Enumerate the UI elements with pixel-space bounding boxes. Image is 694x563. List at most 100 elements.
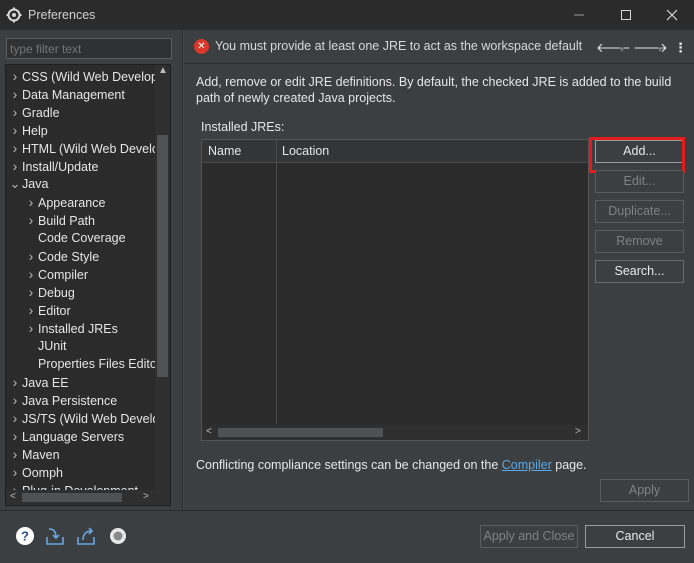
tree-item-label: Compiler xyxy=(38,268,89,282)
tree-item[interactable]: › Language Servers xyxy=(8,427,125,445)
chevron-right-icon[interactable]: › xyxy=(24,247,38,265)
preference-navigation-pane: ›CSS (Wild Web Develop›Data Management›G… xyxy=(0,30,183,510)
forward-dropdown-icon[interactable]: ▼ xyxy=(656,45,664,54)
chevron-right-icon[interactable]: › xyxy=(24,319,38,337)
tree-vertical-scroll-thumb[interactable] xyxy=(157,135,168,377)
chevron-right-icon[interactable]: › xyxy=(24,211,38,229)
chevron-right-icon[interactable]: › xyxy=(8,85,22,103)
tree-item[interactable]: › Appearance xyxy=(24,193,106,211)
tree-item-label: Help xyxy=(22,124,48,138)
chevron-down-icon[interactable]: ⌄ xyxy=(8,175,22,193)
svg-text:?: ? xyxy=(21,529,29,544)
installed-jres-table[interactable]: Name Location < > xyxy=(201,139,589,441)
table-horizontal-scroll-thumb[interactable] xyxy=(218,428,383,437)
tree-item-label: Debug xyxy=(38,286,75,300)
tree-item-label: Installed JREs xyxy=(38,322,118,336)
tree-item[interactable]: › Maven xyxy=(8,445,60,463)
column-header-name[interactable]: Name xyxy=(208,144,241,158)
chevron-right-icon[interactable]: › xyxy=(8,391,22,409)
filter-input[interactable] xyxy=(6,38,172,59)
error-message: You must provide at least one JRE to act… xyxy=(215,39,583,53)
tree-item[interactable]: Code Coverage xyxy=(24,229,126,247)
import-icon[interactable] xyxy=(44,525,66,547)
cancel-button[interactable]: Cancel xyxy=(585,525,685,548)
chevron-right-icon[interactable]: › xyxy=(24,283,38,301)
tree-item[interactable]: › Code Style xyxy=(24,247,100,265)
close-button[interactable] xyxy=(649,0,694,30)
chevron-right-icon[interactable]: › xyxy=(8,373,22,391)
column-divider[interactable] xyxy=(276,140,277,424)
search-button[interactable]: Search... xyxy=(595,260,684,283)
tree-item[interactable]: › Build Path xyxy=(24,211,95,229)
apply-and-close-button[interactable]: Apply and Close xyxy=(480,525,578,548)
tree-horizontal-scrollbar[interactable]: < > xyxy=(6,490,170,505)
tree-item[interactable]: › Java Persistence xyxy=(8,391,118,409)
chevron-right-icon[interactable]: › xyxy=(8,67,22,85)
tree-item-label: Install/Update xyxy=(22,160,99,174)
back-dropdown-icon[interactable]: ▼ xyxy=(618,45,626,54)
page-description: Add, remove or edit JRE definitions. By … xyxy=(196,75,672,105)
tree-item[interactable]: › CSS (Wild Web Develop xyxy=(8,67,156,85)
tree-horizontal-scroll-thumb[interactable] xyxy=(22,493,122,502)
tree-item-label: Code Style xyxy=(38,250,100,264)
edit-button[interactable]: Edit... xyxy=(595,170,684,193)
tree-item[interactable]: ⌄ Java xyxy=(8,175,49,193)
tree-item[interactable]: › Gradle xyxy=(8,103,60,121)
tree-item[interactable]: › Data Management xyxy=(8,85,125,103)
tree-item[interactable]: › HTML (Wild Web Develo xyxy=(8,139,156,157)
view-menu-icon[interactable]: ⋮ xyxy=(674,40,687,56)
tree-item[interactable]: JUnit xyxy=(24,337,66,355)
export-icon[interactable] xyxy=(75,525,97,547)
tree-item[interactable]: › Editor xyxy=(24,301,71,319)
tree-item-label: Java Persistence xyxy=(22,394,118,408)
tree-item[interactable]: › Oomph xyxy=(8,463,63,481)
chevron-right-icon[interactable]: › xyxy=(8,445,22,463)
preference-tree[interactable]: › CSS (Wild Web Develop › Data Management › G… xyxy=(5,64,171,506)
tree-vertical-scrollbar[interactable]: ▲ xyxy=(155,65,170,491)
chevron-right-icon[interactable]: › xyxy=(24,265,38,283)
tree-item[interactable]: › JS/TS (Wild Web Develo xyxy=(8,409,156,427)
chevron-right-icon[interactable]: › xyxy=(8,139,22,157)
tree-item-label: Java xyxy=(22,177,49,191)
chevron-right-icon[interactable]: › xyxy=(8,463,22,481)
tree-item[interactable]: › Java EE xyxy=(8,373,69,391)
scroll-left-arrow-icon[interactable]: < xyxy=(206,426,212,437)
table-header: Name Location xyxy=(202,140,588,163)
compliance-note: Conflicting compliance settings can be c… xyxy=(196,458,587,472)
chevron-right-icon[interactable]: › xyxy=(8,157,22,175)
tree-item-label: CSS (Wild Web Develop xyxy=(22,70,156,84)
record-icon[interactable] xyxy=(107,525,129,547)
minimize-button[interactable] xyxy=(556,0,602,30)
tree-item[interactable]: › Compiler xyxy=(24,265,88,283)
installed-jres-label: Installed JREs: xyxy=(201,120,285,134)
highlight-box xyxy=(589,137,685,173)
compiler-link[interactable]: Compiler xyxy=(502,458,552,472)
tree-item[interactable]: › Debug xyxy=(24,283,75,301)
chevron-right-icon[interactable]: › xyxy=(24,193,38,211)
chevron-right-icon[interactable]: › xyxy=(8,409,22,427)
preferences-app-icon xyxy=(6,7,22,23)
scroll-left-arrow-icon[interactable]: < xyxy=(10,491,16,502)
scroll-right-arrow-icon[interactable]: > xyxy=(575,426,581,437)
chevron-right-icon[interactable]: › xyxy=(24,301,38,319)
maximize-icon xyxy=(621,10,631,20)
chevron-right-icon[interactable]: › xyxy=(8,427,22,445)
chevron-right-icon[interactable]: › xyxy=(8,121,22,139)
duplicate-button[interactable]: Duplicate... xyxy=(595,200,684,223)
table-horizontal-scrollbar[interactable]: < > xyxy=(202,425,588,440)
remove-button[interactable]: Remove xyxy=(595,230,684,253)
chevron-right-icon[interactable]: › xyxy=(8,103,22,121)
help-icon[interactable]: ? xyxy=(14,525,36,547)
tree-item[interactable]: › Installed JREs xyxy=(24,319,118,337)
tree-item-label: Oomph xyxy=(22,466,63,480)
apply-button[interactable]: Apply xyxy=(600,479,689,502)
column-header-location[interactable]: Location xyxy=(282,144,329,158)
tree-item[interactable]: › Install/Update xyxy=(8,157,99,175)
scroll-right-arrow-icon[interactable]: > xyxy=(143,491,149,502)
scroll-up-arrow-icon[interactable]: ▲ xyxy=(158,65,168,76)
dialog-button-bar: ? Apply and Close Cancel xyxy=(0,510,694,563)
tree-item[interactable]: Properties Files Edito xyxy=(24,355,156,373)
tree-item-label: Properties Files Edito xyxy=(38,357,156,371)
maximize-button[interactable] xyxy=(603,0,649,30)
tree-item[interactable]: › Help xyxy=(8,121,48,139)
